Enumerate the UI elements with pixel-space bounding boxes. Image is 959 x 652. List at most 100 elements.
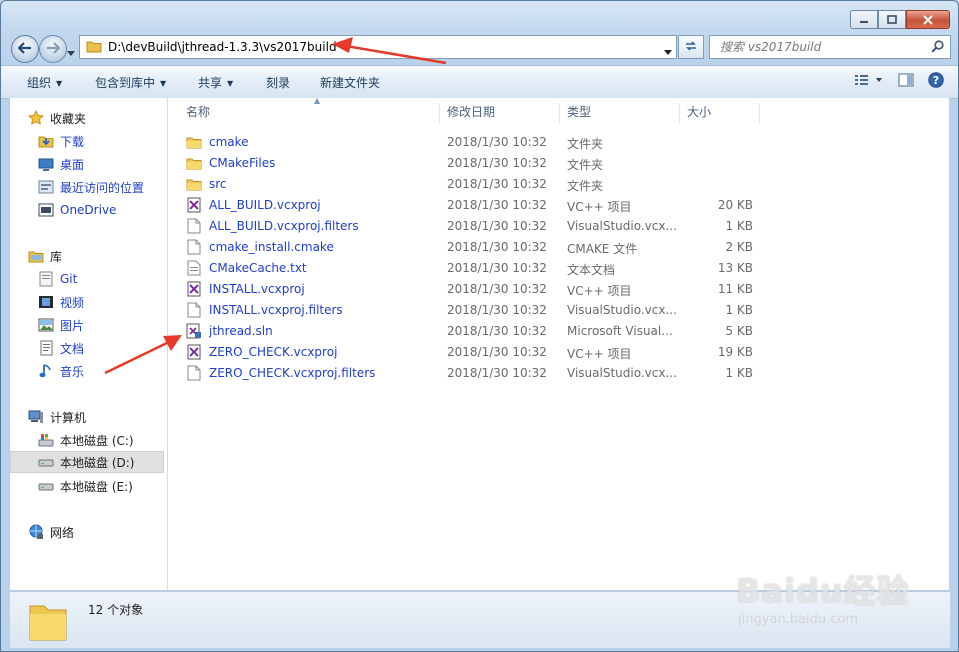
nav-item-videos[interactable]: 视频: [38, 291, 84, 313]
search-icon[interactable]: [931, 40, 944, 56]
nav-item-drive-e[interactable]: 本地磁盘 (E:): [38, 475, 133, 497]
nav-item-downloads[interactable]: 下载: [38, 130, 84, 152]
file-date: 2018/1/30 10:32: [447, 345, 547, 359]
file-size: 13 KB: [717, 261, 753, 275]
nav-item-pictures[interactable]: 图片: [38, 314, 84, 336]
nav-computer[interactable]: 计算机: [28, 406, 86, 428]
svg-text:?: ?: [933, 74, 939, 87]
address-path[interactable]: D:\devBuild\jthread-1.3.3\vs2017build: [108, 40, 337, 54]
table-row[interactable]: CMakeCache.txt 2018/1/30 10:32 文本文档 13 KB: [178, 258, 938, 279]
file-name: ALL_BUILD.vcxproj: [209, 198, 321, 212]
table-row[interactable]: ZERO_CHECK.vcxproj.filters 2018/1/30 10:3…: [178, 363, 938, 384]
nav-network[interactable]: 网络: [28, 521, 74, 543]
nav-item-drive-d[interactable]: 本地磁盘 (D:): [10, 451, 164, 473]
nav-libraries[interactable]: 库: [28, 245, 62, 267]
column-size[interactable]: 大小: [679, 103, 760, 123]
address-dropdown-icon[interactable]: [664, 44, 672, 58]
include-in-library-button[interactable]: 包含到库中 ▼: [95, 74, 166, 91]
nav-item-label: 本地磁盘 (C:): [60, 433, 134, 448]
table-row[interactable]: cmake 2018/1/30 10:32 文件夹: [178, 132, 938, 153]
preview-pane-icon[interactable]: [898, 73, 914, 90]
file-size: 1 KB: [725, 303, 753, 317]
file-type: VisualStudio.vcx...: [567, 303, 677, 317]
sln-icon: [186, 323, 202, 339]
table-row[interactable]: INSTALL.vcxproj 2018/1/30 10:32 VC++ 项目 11 …: [178, 279, 938, 300]
file-name: INSTALL.vcxproj.filters: [209, 303, 343, 317]
burn-label: 刻录: [266, 76, 291, 90]
table-row[interactable]: cmake_install.cmake 2018/1/30 10:32 CMAKE …: [178, 237, 938, 258]
file-size: 1 KB: [725, 219, 753, 233]
nav-item-recent-places[interactable]: 最近访问的位置: [38, 176, 144, 198]
recent-pages-dropdown-icon[interactable]: [67, 45, 75, 59]
file-name-cell[interactable]: ALL_BUILD.vcxproj.filters: [186, 218, 359, 234]
file-size: 19 KB: [717, 345, 753, 359]
search-input[interactable]: [718, 39, 927, 55]
burn-button[interactable]: 刻录: [266, 74, 290, 91]
file-name-cell[interactable]: ZERO_CHECK.vcxproj.filters: [186, 365, 375, 381]
file-name-cell[interactable]: INSTALL.vcxproj.filters: [186, 302, 343, 318]
folder-icon: [186, 155, 202, 171]
close-icon: [923, 14, 933, 25]
file-name-cell[interactable]: jthread.sln: [186, 323, 273, 339]
nav-item-onedrive[interactable]: OneDrive: [38, 199, 116, 221]
file-name-cell[interactable]: cmake_install.cmake: [186, 239, 334, 255]
file-name-cell[interactable]: INSTALL.vcxproj: [186, 281, 305, 297]
table-row[interactable]: CMakeFiles 2018/1/30 10:32 文件夹: [178, 153, 938, 174]
file-name: cmake_install.cmake: [209, 240, 334, 254]
file-name-cell[interactable]: src: [186, 176, 227, 192]
navigation-pane: 收藏夹 下载 桌面 最近访问的位置 OneDrive 库 Git 视频 图片 文…: [10, 98, 168, 590]
file-name-cell[interactable]: CMakeCache.txt: [186, 260, 307, 276]
item-count: 12 个对象: [88, 603, 144, 617]
new-folder-button[interactable]: 新建文件夹: [320, 74, 380, 91]
file-name-cell[interactable]: ALL_BUILD.vcxproj: [186, 197, 321, 213]
nav-favorites[interactable]: 收藏夹: [28, 107, 86, 129]
maximize-button[interactable]: [878, 10, 906, 29]
view-options-icon[interactable]: [854, 73, 884, 90]
file-icon: [186, 218, 202, 234]
watermark-url: jingyan.baidu.com: [738, 612, 858, 627]
column-date[interactable]: 修改日期: [439, 103, 560, 123]
table-row[interactable]: ZERO_CHECK.vcxproj 2018/1/30 10:32 VC++ 项目…: [178, 342, 938, 363]
file-date: 2018/1/30 10:32: [447, 324, 547, 338]
chevron-down-icon: ▼: [160, 79, 167, 88]
column-name[interactable]: 名称: [178, 103, 440, 123]
computer-icon: [28, 409, 44, 425]
file-name-cell[interactable]: ZERO_CHECK.vcxproj: [186, 344, 337, 360]
file-type: VisualStudio.vcx...: [567, 366, 677, 380]
file-type: 文件夹: [567, 137, 604, 151]
file-date: 2018/1/30 10:32: [447, 282, 547, 296]
nav-item-drive-c[interactable]: 本地磁盘 (C:): [38, 429, 134, 451]
table-row[interactable]: ALL_BUILD.vcxproj.filters 2018/1/30 10:32…: [178, 216, 938, 237]
minimize-button[interactable]: [850, 10, 878, 29]
forward-arrow-icon: [46, 41, 61, 57]
organize-button[interactable]: 组织 ▼: [27, 74, 62, 91]
refresh-button[interactable]: [678, 35, 704, 59]
forward-button[interactable]: [39, 35, 67, 63]
search-box[interactable]: [709, 35, 951, 59]
nav-item-git[interactable]: Git: [38, 268, 77, 290]
recent-places-icon: [38, 179, 54, 195]
share-button[interactable]: 共享 ▼: [198, 74, 233, 91]
table-row[interactable]: ALL_BUILD.vcxproj 2018/1/30 10:32 VC++ 项目 2…: [178, 195, 938, 216]
desktop-icon: [38, 156, 54, 172]
table-row[interactable]: jthread.sln 2018/1/30 10:32 Microsoft Visu…: [178, 321, 938, 342]
help-icon[interactable]: ?: [928, 72, 944, 91]
address-bar[interactable]: D:\devBuild\jthread-1.3.3\vs2017build: [79, 35, 677, 59]
network-icon: [28, 524, 44, 540]
nav-item-music[interactable]: 音乐: [38, 360, 84, 382]
file-name-cell[interactable]: CMakeFiles: [186, 155, 275, 171]
table-row[interactable]: src 2018/1/30 10:32 文件夹: [178, 174, 938, 195]
music-library-icon: [38, 363, 54, 379]
file-name-cell[interactable]: cmake: [186, 134, 249, 150]
file-date: 2018/1/30 10:32: [447, 135, 547, 149]
file-type: VC++ 项目: [567, 347, 632, 361]
back-button[interactable]: [11, 35, 39, 63]
nav-item-documents[interactable]: 文档: [38, 337, 84, 359]
chevron-down-icon: ▼: [227, 79, 234, 88]
include-in-library-label: 包含到库中: [95, 76, 156, 90]
text-file-icon: [186, 260, 202, 276]
close-button[interactable]: [906, 10, 950, 29]
nav-item-desktop[interactable]: 桌面: [38, 153, 84, 175]
table-row[interactable]: INSTALL.vcxproj.filters 2018/1/30 10:32 Vi…: [178, 300, 938, 321]
column-type[interactable]: 类型: [559, 103, 680, 123]
